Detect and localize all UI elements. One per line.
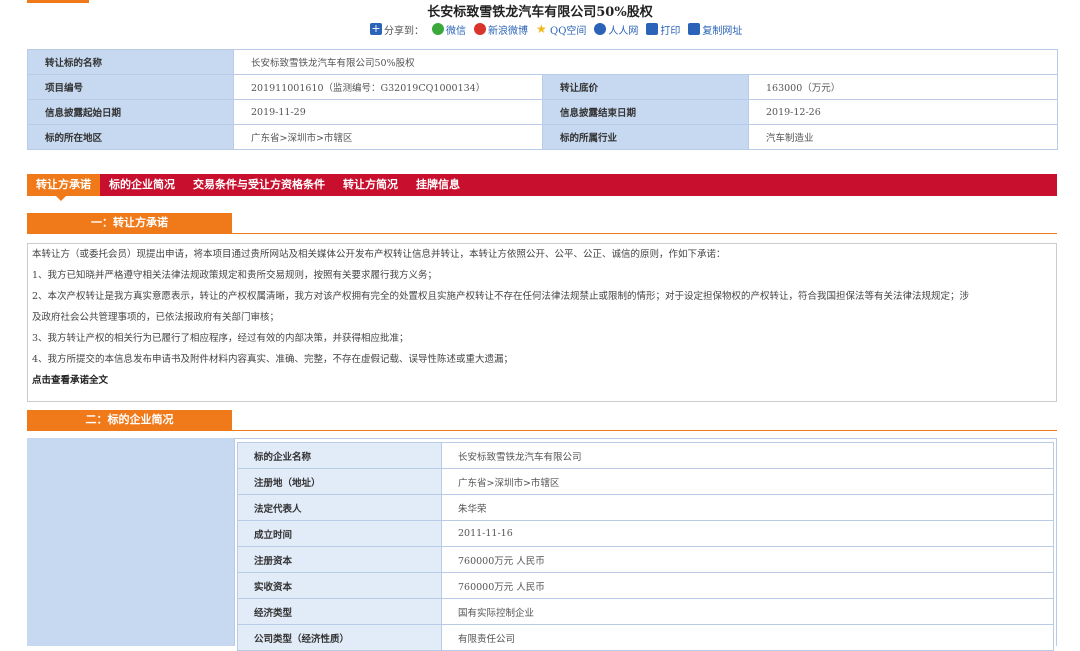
share-qzone[interactable]: ★ QQ空间 (536, 22, 586, 37)
table-row: 标的所在地区 广东省>深圳市>市辖区 标的所属行业 汽车制造业 (27, 124, 1059, 150)
weibo-icon (474, 23, 486, 35)
share-label-item: + 分享到： (370, 22, 424, 37)
renren-icon (594, 23, 607, 35)
promise-line: 4、我方所提交的本信息发布申请书及附件材料内容真实、准确、完整，不存在虚假记载、… (32, 354, 514, 365)
company-key: 注册地（地址） (237, 468, 442, 495)
info-value: 汽车制造业 (747, 124, 1059, 150)
table-row: 转让标的名称 长安标致雪铁龙汽车有限公司50%股权 (27, 49, 1059, 75)
info-value: 2019-12-26 (747, 99, 1059, 125)
info-value: 163000（万元） (747, 74, 1059, 100)
print-icon (646, 23, 659, 35)
share-weibo-label: 新浪微博 (488, 25, 528, 37)
info-key: 标的所属行业 (542, 124, 749, 150)
info-value: 长安标致雪铁龙汽车有限公司50%股权 (232, 49, 1059, 75)
qzone-icon: ★ (536, 22, 547, 36)
company-value: 广东省>深圳市>市辖区 (441, 468, 1054, 495)
table-row: 信息披露起始日期 2019-11-29 信息披露结束日期 2019-12-26 (27, 99, 1059, 125)
company-key: 实收资本 (237, 572, 442, 599)
table-row: 标的企业名称 长安标致雪铁龙汽车有限公司 (237, 442, 1054, 469)
table-row: 注册资本 760000万元 人民币 (237, 546, 1054, 573)
company-key: 公司类型（经济性质） (237, 624, 442, 651)
info-table: 转让标的名称 长安标致雪铁龙汽车有限公司50%股权 项目编号 201911001… (27, 49, 1059, 150)
info-key: 转让标的名称 (27, 49, 234, 75)
share-copy-url[interactable]: 复制网址 (688, 22, 742, 37)
company-value: 有限责任公司 (441, 624, 1054, 651)
share-print-label: 打印 (660, 25, 681, 37)
page-title: 长安标致雪铁龙汽车有限公司50%股权 (427, 5, 653, 20)
company-value: 国有实际控制企业 (441, 598, 1054, 625)
promise-line: 2、本次产权转让是我方真实意愿表示，转让的产权权属清晰，我方对该产权拥有完全的处… (32, 291, 970, 302)
share-copy-label: 复制网址 (702, 25, 743, 37)
company-value: 长安标致雪铁龙汽车有限公司 (441, 442, 1054, 469)
share-renren-label: 人人网 (608, 25, 639, 37)
promise-box: 本转让方（或委托会员）现提出申请，将本项目通过贵所网站及相关媒体公开发布产权转让… (27, 243, 1057, 402)
info-key: 转让底价 (542, 74, 749, 100)
company-key: 标的企业名称 (237, 442, 442, 469)
share-wechat-label: 微信 (446, 25, 466, 37)
share-renren[interactable]: 人人网 (594, 22, 638, 37)
table-row: 经济类型 国有实际控制企业 (237, 598, 1054, 625)
section-header-company: 二：标的企业简况 (27, 410, 1057, 431)
share-weibo[interactable]: 新浪微博 (474, 22, 528, 37)
share-label: 分享到： (384, 25, 424, 37)
tab-target-company[interactable]: 标的企业简况 (100, 174, 184, 196)
section-title: 二：标的企业简况 (27, 410, 232, 430)
share-wechat[interactable]: 微信 (432, 22, 466, 37)
table-row: 项目编号 201911001610（监测编号：G32019CQ1000134） … (27, 74, 1059, 100)
info-value: 2019-11-29 (233, 99, 543, 125)
section-title: 一：转让方承诺 (27, 213, 232, 233)
tab-listing-info[interactable]: 挂牌信息 (407, 174, 469, 196)
company-key: 法定代表人 (237, 494, 442, 521)
share-print[interactable]: 打印 (646, 22, 680, 37)
company-value: 760000万元 人民币 (441, 546, 1054, 573)
wechat-icon (432, 23, 444, 35)
company-key: 经济类型 (237, 598, 442, 625)
company-table: 标的企业名称 长安标致雪铁龙汽车有限公司 注册地（地址） 广东省>深圳市>市辖区 法… (237, 442, 1054, 651)
tab-transferor-profile[interactable]: 转让方简况 (334, 174, 407, 196)
table-row: 公司类型（经济性质） 有限责任公司 (237, 624, 1054, 651)
tab-trade-conditions[interactable]: 交易条件与受让方资格条件 (184, 174, 334, 196)
company-value: 760000万元 人民币 (441, 572, 1054, 599)
promise-line: 及政府社会公共管理事项的，已依法报政府有关部门审核； (32, 312, 280, 323)
share-qzone-label: QQ空间 (550, 25, 587, 37)
share-bar: + 分享到： 微信 新浪微博 ★ QQ空间 人人网 打印 复制网址 (370, 21, 746, 37)
info-value: 广东省>深圳市>市辖区 (233, 124, 543, 150)
table-row: 成立时间 2011-11-16 (237, 520, 1054, 547)
promise-line: 1、我方已知晓并严格遵守相关法律法规政策规定和贵所交易规则，按照有关要求履行我方… (32, 270, 438, 281)
info-key: 标的所在地区 (27, 124, 234, 150)
company-key: 成立时间 (237, 520, 442, 547)
tab-transferor-promise[interactable]: 转让方承诺 (27, 174, 100, 196)
company-value: 朱华荣 (441, 494, 1054, 521)
tab-bar: 转让方承诺 标的企业简况 交易条件与受让方资格条件 转让方简况 挂牌信息 (27, 174, 1057, 196)
promise-line: 3、我方转让产权的相关行为已履行了相应程序，经过有效的内部决策，并获得相应批准； (32, 333, 409, 344)
company-value: 2011-11-16 (441, 520, 1054, 547)
company-key: 注册资本 (237, 546, 442, 573)
table-row: 法定代表人 朱华荣 (237, 494, 1054, 521)
copy-icon (688, 23, 701, 35)
promise-line: 本转让方（或委托会员）现提出申请，将本项目通过贵所网站及相关媒体公开发布产权转让… (32, 249, 726, 260)
table-row: 实收资本 760000万元 人民币 (237, 572, 1054, 599)
info-key: 信息披露起始日期 (27, 99, 234, 125)
info-value: 201911001610（监测编号：G32019CQ1000134） (233, 74, 543, 100)
share-plus-icon: + (370, 22, 382, 35)
info-key: 项目编号 (27, 74, 234, 100)
active-tab-arrow (56, 196, 66, 201)
table-row: 注册地（地址） 广东省>深圳市>市辖区 (237, 468, 1054, 495)
view-full-promise-link[interactable]: 点击查看承诺全文 (28, 370, 1056, 391)
info-key: 信息披露结束日期 (542, 99, 749, 125)
section-header-promise: 一：转让方承诺 (27, 213, 1057, 234)
company-side-panel (27, 438, 234, 646)
